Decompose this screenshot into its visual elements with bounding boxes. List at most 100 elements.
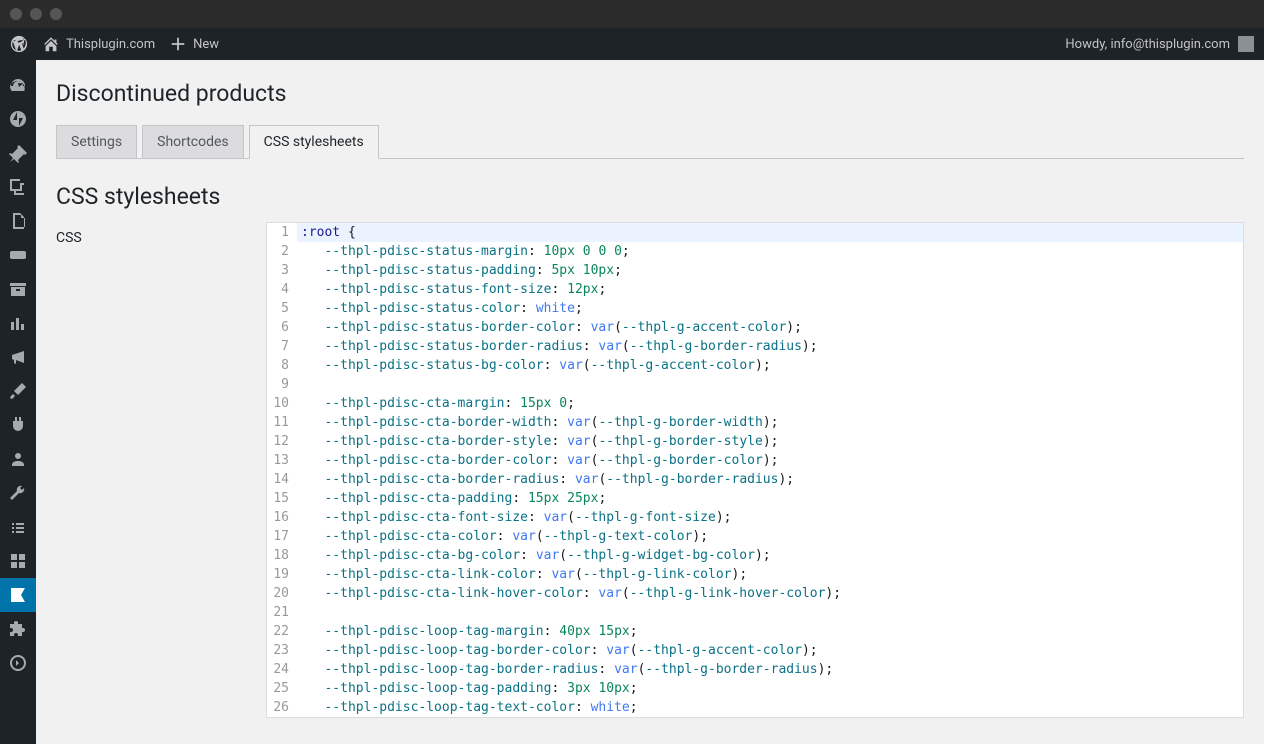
sidebar-jetpack[interactable] [0, 102, 36, 136]
code-content [297, 603, 1243, 622]
templates-icon [8, 551, 28, 571]
code-line[interactable]: 22 --thpl-pdisc-loop-tag-margin: 40px 15… [267, 622, 1243, 641]
sidebar-collapse[interactable] [0, 646, 36, 680]
page-title: Discontinued products [56, 80, 1244, 107]
main-content: Discontinued products SettingsShortcodes… [36, 60, 1264, 744]
tab-shortcodes[interactable]: Shortcodes [142, 125, 244, 159]
code-line[interactable]: 10 --thpl-pdisc-cta-margin: 15px 0; [267, 394, 1243, 413]
code-content: --thpl-pdisc-loop-tag-border-radius: var… [297, 660, 1243, 679]
code-content: --thpl-pdisc-status-color: white; [297, 299, 1243, 318]
code-content: --thpl-pdisc-cta-padding: 15px 25px; [297, 489, 1243, 508]
sidebar-marketing[interactable] [0, 340, 36, 374]
sidebar-media[interactable] [0, 170, 36, 204]
code-line[interactable]: 13 --thpl-pdisc-cta-border-color: var(--… [267, 451, 1243, 470]
code-line[interactable]: 11 --thpl-pdisc-cta-border-width: var(--… [267, 413, 1243, 432]
howdy-text: Howdy, info@thisplugin.com [1065, 37, 1230, 52]
code-content: :root { [297, 223, 1243, 242]
code-content: --thpl-pdisc-cta-link-color: var(--thpl-… [297, 565, 1243, 584]
site-link[interactable]: Thisplugin.com [42, 35, 155, 53]
sidebar-tools[interactable] [0, 476, 36, 510]
code-line[interactable]: 18 --thpl-pdisc-cta-bg-color: var(--thpl… [267, 546, 1243, 565]
code-line[interactable]: 2 --thpl-pdisc-status-margin: 10px 0 0 0… [267, 242, 1243, 261]
sidebar-woocommerce[interactable] [0, 238, 36, 272]
code-line[interactable]: 14 --thpl-pdisc-cta-border-radius: var(-… [267, 470, 1243, 489]
megaphone-icon [8, 347, 28, 367]
line-number: 17 [267, 527, 297, 546]
code-line[interactable]: 8 --thpl-pdisc-status-bg-color: var(--th… [267, 356, 1243, 375]
code-content: --thpl-pdisc-status-padding: 5px 10px; [297, 261, 1243, 280]
code-editor[interactable]: 1:root {2 --thpl-pdisc-status-margin: 10… [266, 222, 1244, 718]
code-line[interactable]: 20 --thpl-pdisc-cta-link-hover-color: va… [267, 584, 1243, 603]
plugins-icon [8, 415, 28, 435]
home-icon [42, 35, 60, 53]
code-content: --thpl-pdisc-cta-margin: 15px 0; [297, 394, 1243, 413]
maximize-dot[interactable] [50, 8, 62, 20]
sidebar-products[interactable] [0, 272, 36, 306]
admin-bar: Thisplugin.com New Howdy, info@thisplugi… [0, 28, 1264, 60]
code-line[interactable]: 4 --thpl-pdisc-status-font-size: 12px; [267, 280, 1243, 299]
chart-icon [8, 313, 28, 333]
new-label: New [193, 37, 219, 52]
code-line[interactable]: 9 [267, 375, 1243, 394]
code-line[interactable]: 17 --thpl-pdisc-cta-color: var(--thpl-g-… [267, 527, 1243, 546]
line-number: 23 [267, 641, 297, 660]
minimize-dot[interactable] [30, 8, 42, 20]
sidebar-dashboard[interactable] [0, 68, 36, 102]
code-line[interactable]: 26 --thpl-pdisc-loop-tag-text-color: whi… [267, 698, 1243, 717]
sidebar-analytics[interactable] [0, 306, 36, 340]
line-number: 9 [267, 375, 297, 394]
code-line[interactable]: 25 --thpl-pdisc-loop-tag-padding: 3px 10… [267, 679, 1243, 698]
css-label: CSS [56, 222, 266, 246]
code-line[interactable]: 5 --thpl-pdisc-status-color: white; [267, 299, 1243, 318]
sidebar-plugins[interactable] [0, 408, 36, 442]
line-number: 15 [267, 489, 297, 508]
code-content [297, 375, 1243, 394]
pages-icon [8, 211, 28, 231]
user-menu[interactable]: Howdy, info@thisplugin.com [1065, 36, 1254, 52]
sidebar-pages[interactable] [0, 204, 36, 238]
code-line[interactable]: 12 --thpl-pdisc-cta-border-style: var(--… [267, 432, 1243, 451]
line-number: 8 [267, 356, 297, 375]
sidebar-separator[interactable] [0, 612, 36, 646]
sidebar-settings[interactable] [0, 510, 36, 544]
section-title: CSS stylesheets [56, 183, 1244, 210]
tab-css-stylesheets[interactable]: CSS stylesheets [249, 125, 379, 159]
wordpress-logo[interactable] [10, 35, 28, 53]
line-number: 16 [267, 508, 297, 527]
sidebar-appearance[interactable] [0, 374, 36, 408]
code-line[interactable]: 23 --thpl-pdisc-loop-tag-border-color: v… [267, 641, 1243, 660]
code-line[interactable]: 7 --thpl-pdisc-status-border-radius: var… [267, 337, 1243, 356]
line-number: 12 [267, 432, 297, 451]
line-number: 22 [267, 622, 297, 641]
code-content: --thpl-pdisc-loop-tag-margin: 40px 15px; [297, 622, 1243, 641]
code-content: --thpl-pdisc-cta-border-width: var(--thp… [297, 413, 1243, 432]
sidebar-posts[interactable] [0, 136, 36, 170]
code-line[interactable]: 6 --thpl-pdisc-status-border-color: var(… [267, 318, 1243, 337]
code-line[interactable]: 16 --thpl-pdisc-cta-font-size: var(--thp… [267, 508, 1243, 527]
collapse-icon [8, 653, 28, 673]
new-link[interactable]: New [169, 35, 219, 53]
line-number: 4 [267, 280, 297, 299]
code-line[interactable]: 1:root { [267, 223, 1243, 242]
line-number: 1 [267, 223, 297, 242]
sidebar-templates[interactable] [0, 544, 36, 578]
code-content: --thpl-pdisc-status-border-radius: var(-… [297, 337, 1243, 356]
tools-icon [8, 483, 28, 503]
code-content: --thpl-pdisc-status-border-color: var(--… [297, 318, 1243, 337]
code-line[interactable]: 15 --thpl-pdisc-cta-padding: 15px 25px; [267, 489, 1243, 508]
tabs: SettingsShortcodesCSS stylesheets [56, 125, 1244, 159]
sidebar-users[interactable] [0, 442, 36, 476]
users-icon [8, 449, 28, 469]
sidebar-thisplugin[interactable] [0, 578, 36, 612]
code-line[interactable]: 21 [267, 603, 1243, 622]
tab-settings[interactable]: Settings [56, 125, 137, 159]
line-number: 26 [267, 698, 297, 717]
settings-icon [8, 517, 28, 537]
code-content: --thpl-pdisc-cta-border-style: var(--thp… [297, 432, 1243, 451]
code-line[interactable]: 24 --thpl-pdisc-loop-tag-border-radius: … [267, 660, 1243, 679]
line-number: 11 [267, 413, 297, 432]
code-line[interactable]: 3 --thpl-pdisc-status-padding: 5px 10px; [267, 261, 1243, 280]
close-dot[interactable] [10, 8, 22, 20]
code-line[interactable]: 19 --thpl-pdisc-cta-link-color: var(--th… [267, 565, 1243, 584]
code-content: --thpl-pdisc-cta-font-size: var(--thpl-g… [297, 508, 1243, 527]
